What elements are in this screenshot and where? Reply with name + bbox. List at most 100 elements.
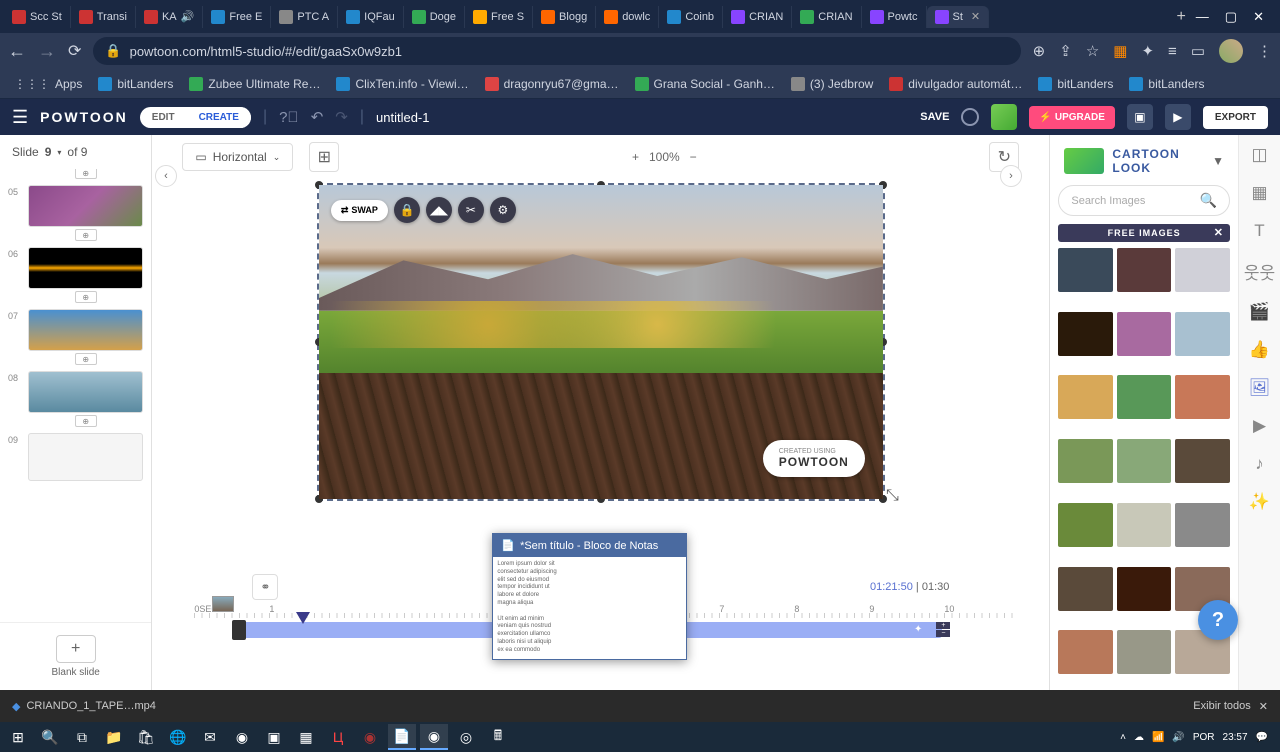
image-thumbnail[interactable] — [1175, 312, 1230, 356]
image-thumbnail[interactable] — [1117, 248, 1172, 292]
image-thumbnail[interactable] — [1058, 567, 1113, 611]
text-icon[interactable]: T — [1254, 221, 1264, 241]
zoom-in-button[interactable]: + — [632, 150, 639, 164]
image-thumbnail[interactable] — [1058, 503, 1113, 547]
add-blank-slide-button[interactable]: + — [56, 635, 96, 663]
share-icon[interactable]: ⇪ — [1059, 42, 1072, 60]
new-tab-button[interactable]: + — [1166, 8, 1195, 26]
notepad-taskbar-icon[interactable]: 📄 — [388, 724, 416, 750]
bookmark-item[interactable]: bitLanders — [1123, 74, 1210, 94]
forward-icon[interactable]: → — [38, 41, 56, 62]
image-thumbnail[interactable] — [1058, 375, 1113, 419]
browser-tab[interactable]: St✕ — [927, 6, 990, 28]
graph-button[interactable]: ⚭ — [252, 574, 278, 600]
close-window-icon[interactable]: ✕ — [1253, 9, 1264, 25]
task-view-icon[interactable]: ⧉ — [68, 724, 96, 750]
shapes-icon[interactable]: 👍 — [1249, 340, 1270, 360]
chrome-icon[interactable]: ◉ — [228, 724, 256, 750]
browser-tab[interactable]: Free E — [203, 6, 271, 28]
search-images-input[interactable]: Search Images 🔍 — [1058, 185, 1230, 216]
explorer-icon[interactable]: 📁 — [100, 724, 128, 750]
export-button[interactable]: EXPORT — [1203, 106, 1268, 129]
browser-tab[interactable]: CRIAN — [723, 6, 792, 28]
image-thumbnail[interactable] — [1058, 439, 1113, 483]
clock[interactable]: 23:57 — [1223, 732, 1248, 743]
tabs-icon[interactable]: ▭ — [1191, 42, 1205, 60]
close-tab-icon[interactable]: ✕ — [971, 10, 980, 23]
calculator-icon[interactable]: 🖩 — [484, 724, 512, 750]
crop-icon[interactable]: ✂ — [458, 197, 484, 223]
minimize-icon[interactable]: — — [1196, 9, 1209, 25]
layouts-icon[interactable]: ◫ — [1251, 145, 1267, 165]
edge-icon[interactable]: 🌐 — [164, 724, 192, 750]
image-thumbnail[interactable] — [1117, 567, 1172, 611]
image-thumbnail[interactable] — [1117, 503, 1172, 547]
transition-icon[interactable]: ⊕ — [75, 291, 97, 303]
browser-tab[interactable]: Scc St — [4, 6, 71, 28]
bookmark-item[interactable]: Zubee Ultimate Re… — [183, 74, 326, 94]
maximize-icon[interactable]: ▢ — [1225, 9, 1237, 25]
specials-icon[interactable]: ✨ — [1249, 492, 1270, 512]
help-icon[interactable]: ?⃝ — [279, 109, 299, 126]
help-fab-button[interactable]: ? — [1198, 600, 1238, 640]
slide-thumbnail[interactable] — [28, 371, 143, 413]
address-bar[interactable]: 🔒 powtoon.com/html5-studio/#/edit/gaaSx0… — [93, 37, 1020, 65]
browser-tab[interactable]: dowlc — [596, 6, 659, 28]
preview-icon[interactable]: ▣ — [1127, 104, 1153, 130]
track-end-buttons[interactable]: +− — [936, 622, 950, 637]
bookmark-item[interactable]: bitLanders — [1032, 74, 1119, 94]
settings-icon[interactable]: ⚙ — [490, 197, 516, 223]
search-icon[interactable]: 🔍 — [1200, 192, 1217, 209]
chrome-taskbar-icon[interactable]: ◉ — [420, 724, 448, 750]
reading-list-icon[interactable]: ≡ — [1168, 43, 1177, 60]
search-taskbar-icon[interactable]: 🔍 — [36, 724, 64, 750]
bookmark-item[interactable]: bitLanders — [92, 74, 179, 94]
notifications-icon[interactable]: 💬 — [1256, 732, 1268, 743]
document-title[interactable]: untitled-1 — [376, 110, 429, 125]
play-preview-icon[interactable]: ▶ — [1165, 104, 1191, 130]
image-thumbnail[interactable] — [1175, 503, 1230, 547]
wifi-icon[interactable]: 📶 — [1152, 732, 1164, 743]
browser-tab[interactable]: Transi — [71, 6, 136, 28]
start-icon[interactable]: ⊞ — [4, 724, 32, 750]
close-icon[interactable]: ✕ — [1214, 226, 1224, 239]
slide-thumbnail[interactable] — [28, 309, 143, 351]
image-thumbnail[interactable] — [1175, 439, 1230, 483]
orientation-dropdown[interactable]: ▭ Horizontal ⌄ — [182, 143, 293, 171]
images-icon[interactable]: 🖼 — [1249, 378, 1271, 398]
puzzle-icon[interactable]: ✦ — [1141, 42, 1154, 60]
background-icon[interactable]: ▦ — [1251, 183, 1267, 203]
lock-icon[interactable]: 🔒 — [394, 197, 420, 223]
app-icon[interactable]: ▣ — [260, 724, 288, 750]
zoom-out-button[interactable]: − — [690, 150, 697, 164]
transition-icon[interactable]: ⊕ — [75, 415, 97, 427]
image-thumbnail[interactable] — [1175, 248, 1230, 292]
tray-up-icon[interactable]: ˄ — [1120, 732, 1126, 743]
track-start-handle[interactable] — [232, 620, 246, 640]
profile-avatar[interactable] — [1219, 39, 1243, 63]
collapse-slides-icon[interactable]: ‹ — [155, 165, 177, 187]
back-icon[interactable]: ← — [8, 41, 26, 62]
swap-button[interactable]: ⇄ SWAP — [331, 200, 388, 221]
videos-icon[interactable]: ▶ — [1253, 416, 1266, 436]
image-thumbnail[interactable] — [1117, 630, 1172, 674]
mail-icon[interactable]: ✉ — [196, 724, 224, 750]
transition-icon[interactable]: ⊕ — [75, 229, 97, 241]
bookmark-item[interactable]: ⋮⋮⋮Apps — [8, 74, 88, 94]
bookmark-star-icon[interactable]: ☆ — [1086, 42, 1099, 60]
browser-tab[interactable]: Coinb — [659, 6, 723, 28]
upgrade-button[interactable]: ⚡ UPGRADE — [1029, 106, 1114, 129]
bookmark-item[interactable]: dragonryu67@gma… — [479, 74, 625, 94]
reload-icon[interactable]: ⟳ — [68, 41, 81, 61]
download-item[interactable]: ◆ CRIANDO_1_TAPE…mp4 — [12, 700, 156, 713]
bookmark-item[interactable]: Grana Social - Ganh… — [629, 74, 781, 94]
browser-tab[interactable]: Doge — [404, 6, 465, 28]
bookmark-item[interactable]: (3) Jedbrow — [785, 74, 879, 94]
image-thumbnail[interactable] — [1117, 375, 1172, 419]
browser-tab[interactable]: Powtc — [862, 6, 927, 28]
volume-icon[interactable]: 🔊 — [1172, 732, 1184, 743]
app-icon[interactable]: ◉ — [356, 724, 384, 750]
slide-thumbnail[interactable] — [28, 185, 143, 227]
selected-element-frame[interactable]: ⤡ ⇄ SWAP 🔒 ◢◣ ✂ ⚙ CREATED USING POWTO — [317, 183, 885, 501]
slide-thumbnail[interactable] — [28, 433, 143, 481]
